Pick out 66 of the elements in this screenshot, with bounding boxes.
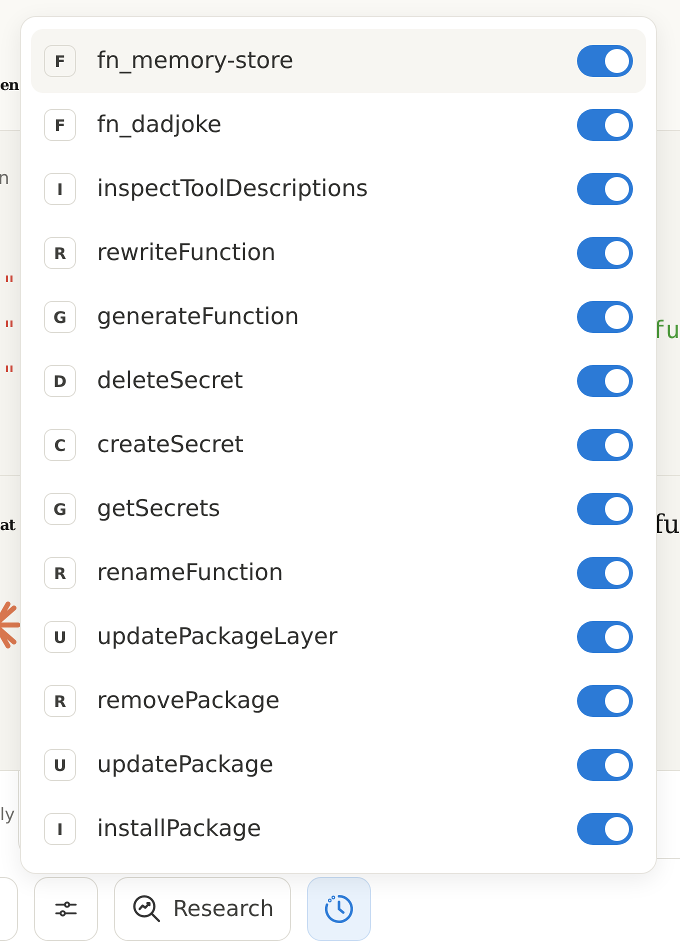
menu-item[interactable]: F fn_dadjoke (31, 93, 646, 157)
tool-name: getSecrets (97, 496, 222, 522)
toggle-switch[interactable] (577, 557, 633, 589)
menu-item[interactable]: R renameFunction (31, 541, 646, 605)
code-fragment: fu (651, 316, 680, 344)
letter-badge: C (44, 429, 76, 461)
research-button[interactable]: Research (114, 877, 291, 941)
starburst-icon (0, 600, 20, 650)
letter-badge: G (44, 493, 76, 525)
toggle-switch[interactable] (577, 45, 633, 77)
letter-badge: U (44, 621, 76, 653)
toggle-switch[interactable] (577, 365, 633, 397)
history-button[interactable] (306, 877, 371, 941)
tool-name: renameFunction (97, 560, 284, 586)
tool-name: updatePackage (97, 752, 274, 778)
text-fragment: at (0, 516, 15, 534)
tool-name: fn_dadjoke (97, 112, 223, 138)
letter-badge: R (44, 557, 76, 589)
letter-badge: R (44, 685, 76, 717)
text-fragment: en (0, 76, 18, 94)
letter-badge: G (44, 301, 76, 333)
menu-item[interactable]: R rewriteFunction (31, 221, 646, 285)
toggle-switch[interactable] (577, 749, 633, 781)
tool-name: rewriteFunction (97, 240, 277, 266)
tool-name: installPackage (97, 816, 262, 842)
code-fragment: " (2, 316, 16, 344)
menu-item[interactable]: I inspectToolDescriptions (31, 157, 646, 221)
code-fragment: " (2, 360, 16, 388)
letter-badge: I (44, 173, 76, 205)
tool-name: generateFunction (97, 304, 300, 330)
toggle-switch[interactable] (577, 685, 633, 717)
tool-name: removePackage (97, 688, 281, 714)
tool-name: createSecret (97, 432, 245, 458)
text-fragment: ly (0, 805, 16, 825)
menu-item[interactable]: I installPackage (31, 797, 646, 861)
settings-button[interactable] (34, 877, 98, 941)
tool-name: updatePackageLayer (97, 624, 339, 650)
tool-name: inspectToolDescriptions (97, 176, 370, 202)
toggle-switch[interactable] (577, 109, 633, 141)
toggle-switch[interactable] (577, 173, 633, 205)
menu-item[interactable]: R removePackage (31, 669, 646, 733)
tool-name: deleteSecret (97, 368, 244, 394)
menu-item[interactable]: U updatePackageLayer (31, 605, 646, 669)
menu-item[interactable]: G generateFunction (31, 285, 646, 349)
letter-badge: F (44, 109, 76, 141)
toggle-switch[interactable] (577, 621, 633, 653)
letter-badge: U (44, 749, 76, 781)
text-fragment: fu (654, 510, 680, 540)
code-fragment: " (2, 270, 16, 298)
toggle-switch[interactable] (577, 429, 633, 461)
toggle-switch[interactable] (577, 493, 633, 525)
text-fragment: n (0, 168, 10, 188)
menu-item[interactable]: C createSecret (31, 413, 646, 477)
letter-badge: F (44, 45, 76, 77)
menu-item[interactable]: U updatePackage (31, 733, 646, 797)
letter-badge: R (44, 237, 76, 269)
tool-name: fn_memory-store (97, 48, 294, 74)
menu-item[interactable]: D deleteSecret (31, 349, 646, 413)
toggle-switch[interactable] (577, 237, 633, 269)
menu-item[interactable]: G getSecrets (31, 477, 646, 541)
toggle-switch[interactable] (577, 813, 633, 845)
letter-badge: I (44, 813, 76, 845)
menu-item[interactable]: F fn_memory-store (31, 29, 646, 93)
toggle-switch[interactable] (577, 301, 633, 333)
letter-badge: D (44, 365, 76, 397)
search-trend-icon (131, 893, 163, 925)
